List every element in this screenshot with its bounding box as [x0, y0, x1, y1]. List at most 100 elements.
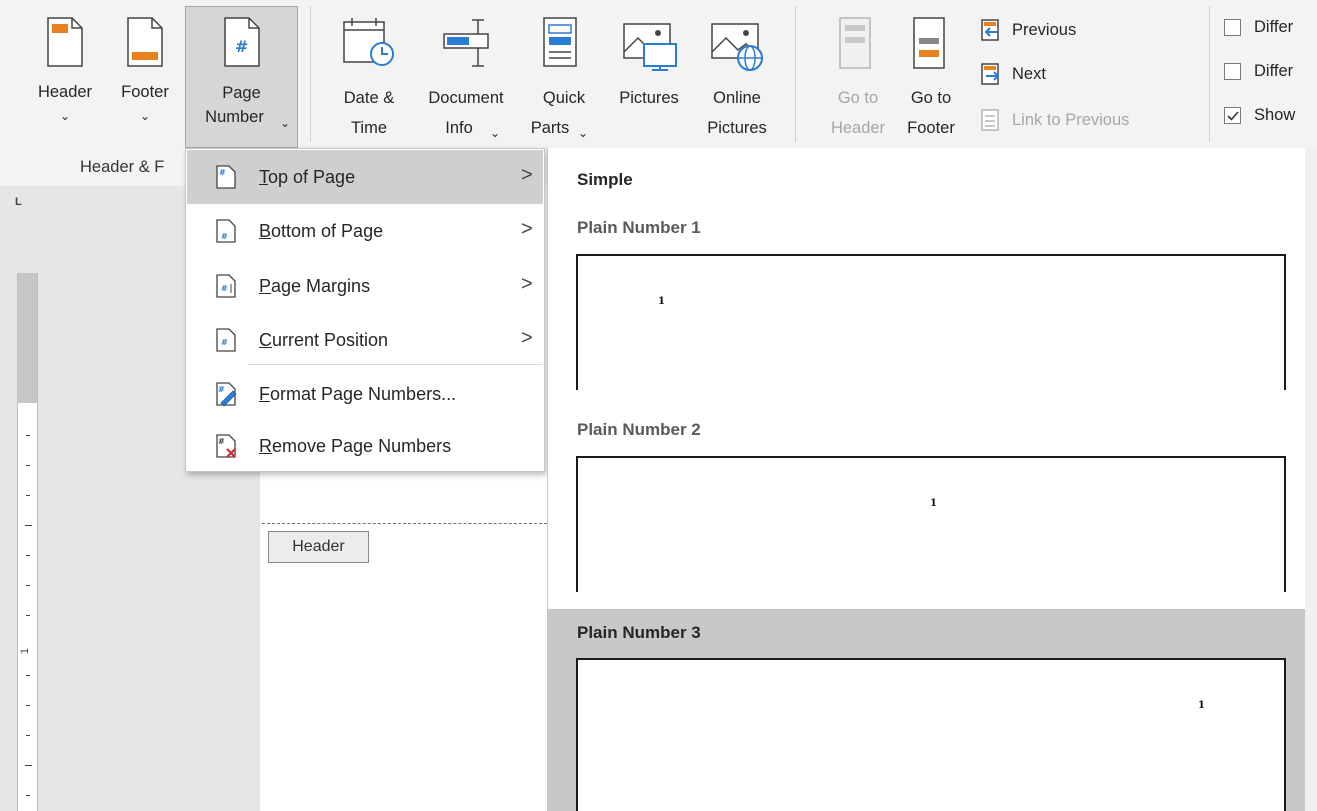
different-odd-even-option[interactable]: Differ	[1224, 60, 1317, 84]
page-margin-number-icon: #	[216, 274, 236, 298]
menu-item-bottom-of-page[interactable]: # Bottom of Page >	[187, 204, 543, 258]
svg-text:#: #	[218, 385, 225, 394]
pictures-icon	[623, 23, 677, 71]
header-icon	[47, 17, 83, 67]
online-pictures-button[interactable]: Online Pictures	[694, 6, 780, 137]
go-to-footer-label-line2: Footer	[907, 119, 955, 137]
document-info-label-line2: Info	[445, 119, 473, 137]
page-bottom-number-icon: #	[216, 219, 236, 243]
document-info-label-line1: Document	[428, 89, 504, 107]
menu-item-label: Format Page Numbers...	[259, 384, 457, 404]
chevron-down-icon: ⌄	[280, 116, 291, 130]
link-to-previous-icon	[981, 109, 999, 131]
menu-item-label: Top of Page	[259, 167, 356, 187]
previous-button[interactable]: Previous	[978, 18, 1138, 44]
show-document-text-option[interactable]: Show	[1224, 104, 1317, 128]
submenu-arrow-icon: >	[521, 164, 533, 186]
remove-page-numbers-icon: #	[216, 434, 236, 458]
page-number-icon: #	[224, 17, 260, 67]
pictures-button[interactable]: Pictures	[606, 6, 692, 136]
menu-separator	[248, 364, 542, 365]
header-button-label: Header	[37, 83, 93, 101]
quick-parts-button[interactable]: Quick Parts ⌄	[524, 6, 604, 140]
gallery-item-title: Plain Number 2	[577, 420, 701, 439]
page-number-preview: 1	[1198, 700, 1205, 711]
checkbox[interactable]	[1224, 63, 1241, 80]
quick-parts-icon	[543, 17, 577, 67]
ruler-mark: 1	[19, 647, 32, 655]
go-to-header-button[interactable]: Go to Header	[826, 6, 890, 137]
group-separator	[1209, 6, 1210, 142]
footer-icon	[127, 17, 163, 67]
submenu-arrow-icon: >	[521, 273, 533, 295]
link-to-previous-button[interactable]: Link to Previous	[978, 108, 1178, 134]
menu-item-page-margins[interactable]: # Page Margins >	[187, 259, 543, 313]
next-section-icon	[981, 63, 1000, 85]
gallery-item-plain-number-2[interactable]: Plain Number 2 1	[548, 406, 1305, 596]
go-to-footer-icon	[913, 17, 945, 69]
svg-text:#: #	[218, 437, 225, 446]
ribbon: Header ⌄ Footer ⌄ # Page Number ⌄ Date &…	[0, 0, 1317, 148]
page-number-label-line1: Page	[222, 84, 261, 102]
page-preview: 1	[576, 658, 1286, 811]
go-to-header-icon	[839, 17, 871, 69]
menu-item-top-of-page[interactable]: # Top of Page >	[187, 150, 543, 204]
page-preview: 1	[576, 456, 1286, 592]
menu-item-format-page-numbers[interactable]: # Format Page Numbers...	[187, 367, 543, 421]
page-preview: 1	[576, 254, 1286, 390]
previous-section-icon	[981, 19, 999, 41]
menu-item-label: Remove Page Numbers	[259, 436, 452, 456]
ruler-margin-area	[18, 273, 37, 403]
submenu-arrow-icon: >	[521, 327, 533, 349]
next-button[interactable]: Next	[978, 62, 1138, 88]
date-time-button[interactable]: Date & Time	[326, 6, 412, 137]
gallery-item-plain-number-3[interactable]: Plain Number 3 1	[548, 609, 1305, 811]
document-info-button[interactable]: Document Info ⌄	[412, 6, 520, 140]
page-number-button[interactable]: # Page Number ⌄	[185, 6, 298, 148]
svg-text:#: #	[221, 338, 228, 347]
chevron-down-icon: ⌄	[139, 109, 151, 123]
page-number-preview: 1	[930, 498, 937, 509]
checkmark-icon	[1227, 111, 1239, 121]
header-button[interactable]: Header ⌄	[27, 6, 103, 136]
page-number-label-line2: Number	[205, 108, 264, 126]
quick-parts-label-line2: Parts	[530, 119, 570, 137]
page-top-number-icon: #	[216, 165, 236, 189]
go-to-footer-label-line1: Go to	[910, 89, 952, 107]
checkbox[interactable]	[1224, 19, 1241, 36]
date-time-label-line1: Date &	[343, 89, 395, 107]
checkbox-checked[interactable]	[1224, 107, 1241, 124]
next-label: Next	[1012, 65, 1046, 83]
option-label: Show	[1254, 106, 1296, 124]
gallery-item-plain-number-1[interactable]: Plain Number 1 1	[548, 204, 1305, 394]
different-first-page-option[interactable]: Differ	[1224, 16, 1317, 40]
gallery-scrollbar[interactable]	[1305, 148, 1317, 811]
footer-button[interactable]: Footer ⌄	[110, 6, 180, 136]
date-time-label-line2: Time	[350, 119, 388, 137]
group-separator	[310, 6, 311, 142]
quick-parts-label-line1: Quick	[542, 89, 586, 107]
menu-item-current-position[interactable]: # Current Position >	[187, 313, 543, 367]
gallery-heading: Simple	[577, 170, 633, 189]
group-separator	[795, 6, 796, 142]
previous-label: Previous	[1012, 21, 1077, 39]
svg-text:#: #	[235, 37, 248, 56]
go-to-header-label-line2: Header	[830, 119, 886, 137]
svg-text:#: #	[221, 284, 228, 293]
calendar-clock-icon	[343, 18, 394, 66]
chevron-down-icon: ⌄	[490, 126, 501, 140]
menu-item-remove-page-numbers[interactable]: # Remove Page Numbers	[187, 419, 543, 473]
menu-item-label: Bottom of Page	[259, 221, 384, 241]
page-number-menu: # Top of Page > # Bottom of Page > # Pag…	[185, 148, 545, 472]
menu-item-label: Current Position	[259, 330, 389, 350]
submenu-arrow-icon: >	[521, 218, 533, 240]
tab-selector[interactable]: L	[15, 196, 35, 216]
header-tag: Header	[268, 531, 369, 563]
pictures-label: Pictures	[619, 89, 679, 107]
top-of-page-gallery: Simple Plain Number 1 1 Plain Number 2 1…	[547, 148, 1305, 811]
footer-button-label: Footer	[121, 83, 169, 101]
link-to-previous-label: Link to Previous	[1012, 111, 1130, 129]
go-to-footer-button[interactable]: Go to Footer	[896, 6, 966, 137]
option-label: Differ	[1254, 62, 1294, 80]
chevron-down-icon: ⌄	[578, 126, 589, 140]
